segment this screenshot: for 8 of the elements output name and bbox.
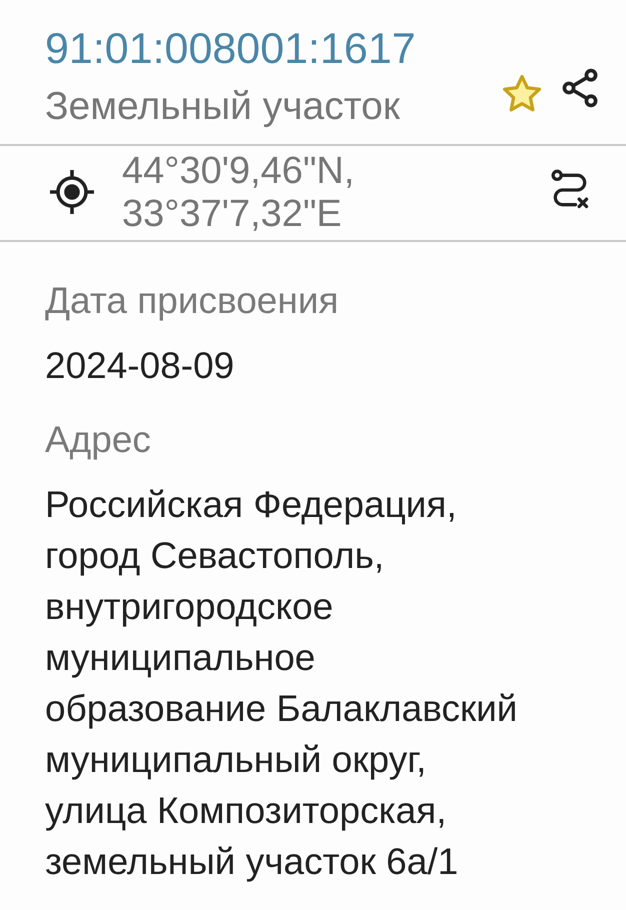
field-value: Российская Федерация, город Севастополь, внутригородское муниципальное образование Балаклавский муниципальный округ, улица Композиторская, земельный участок 6а/1 — [45, 483, 518, 884]
cadastral-number: 91:01:008001:1617 — [45, 24, 417, 75]
location-icon[interactable] — [48, 168, 96, 216]
object-type: Земельный участок — [45, 84, 401, 130]
field-label: Дата присвоения — [45, 279, 340, 323]
field-value: 2024-08-09 — [45, 344, 236, 388]
field-label: Адрес — [45, 418, 152, 462]
coordinates: 44°30'9,46"N, 33°37'7,32"E — [122, 150, 356, 236]
